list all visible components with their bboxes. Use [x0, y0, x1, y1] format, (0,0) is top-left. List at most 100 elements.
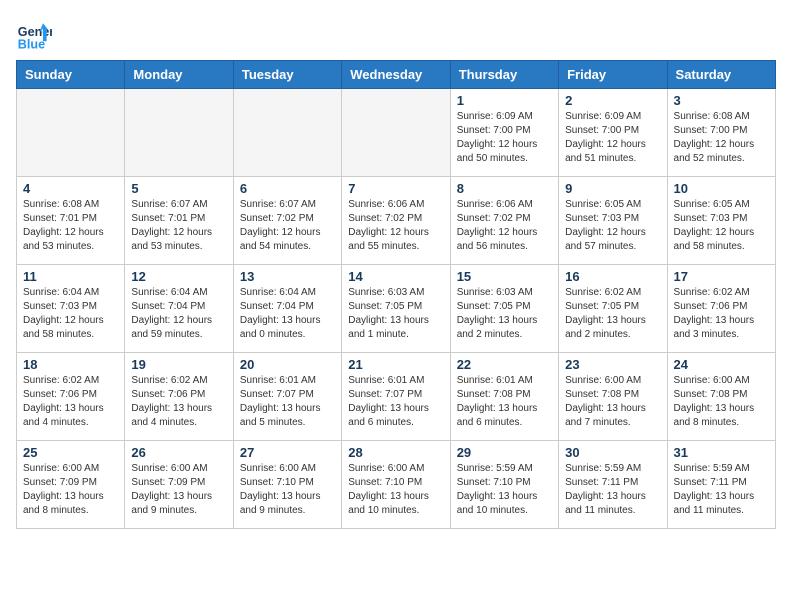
calendar-cell: [233, 89, 341, 177]
day-number: 7: [348, 181, 443, 196]
calendar-cell: 19Sunrise: 6:02 AM Sunset: 7:06 PM Dayli…: [125, 353, 233, 441]
page-header: General Blue: [16, 16, 776, 52]
calendar-cell: 5 Sunrise: 6:07 AM Sunset: 7:01 PM Daylig…: [125, 177, 233, 265]
day-number: 4: [23, 181, 118, 196]
weekday-header: Friday: [559, 61, 667, 89]
calendar-cell: 26 Sunrise: 6:00 AM Sunset: 7:09 PM Dayli…: [125, 441, 233, 529]
day-info: Sunrise: 5:59 AM Sunset: 7:11 PM Dayligh…: [674, 462, 769, 518]
day-number: 8: [457, 181, 552, 196]
calendar-cell: 18 Sunrise: 6:02 AM Sunset: 7:06 PM Dayli…: [17, 353, 125, 441]
day-info: Sunrise: 5:59 AM Sunset: 7:10 PM Dayligh…: [457, 462, 552, 518]
weekday-header: Sunday: [17, 61, 125, 89]
day-number: 19: [131, 357, 226, 372]
day-info: Sunrise: 6:05 AM Sunset: 7:03 PM Dayligh…: [565, 198, 660, 254]
day-info: Sunrise: 6:00 AM Sunset: 7:10 PM Dayligh…: [348, 462, 443, 518]
day-number: 1: [457, 93, 552, 108]
day-info: Sunrise: 6:05 AM Sunset: 7:03 PM Dayligh…: [674, 198, 769, 254]
day-number: 6: [240, 181, 335, 196]
calendar-cell: 10 Sunrise: 6:05 AM Sunset: 7:03 PM Dayli…: [667, 177, 775, 265]
calendar-cell: 3 Sunrise: 6:08 AM Sunset: 7:00 PM Daylig…: [667, 89, 775, 177]
weekday-header: Monday: [125, 61, 233, 89]
day-number: 11: [23, 269, 118, 284]
calendar-cell: 24 Sunrise: 6:00 AM Sunset: 7:08 PM Dayli…: [667, 353, 775, 441]
day-number: 28: [348, 445, 443, 460]
logo-icon: General Blue: [16, 16, 52, 52]
calendar: SundayMondayTuesdayWednesdayThursdayFrid…: [16, 60, 776, 529]
day-number: 12: [131, 269, 226, 284]
calendar-cell: 20Sunrise: 6:01 AM Sunset: 7:07 PM Dayli…: [233, 353, 341, 441]
calendar-cell: [342, 89, 450, 177]
day-info: Sunrise: 6:04 AM Sunset: 7:03 PM Dayligh…: [23, 286, 118, 342]
calendar-cell: 16 Sunrise: 6:02 AM Sunset: 7:05 PM Dayli…: [559, 265, 667, 353]
day-number: 3: [674, 93, 769, 108]
day-info: Sunrise: 5:59 AM Sunset: 7:11 PM Dayligh…: [565, 462, 660, 518]
day-info: Sunrise: 6:01 AM Sunset: 7:07 PM Dayligh…: [240, 374, 335, 430]
calendar-cell: 6 Sunrise: 6:07 AM Sunset: 7:02 PM Daylig…: [233, 177, 341, 265]
day-number: 25: [23, 445, 118, 460]
day-number: 13: [240, 269, 335, 284]
day-info: Sunrise: 6:00 AM Sunset: 7:08 PM Dayligh…: [674, 374, 769, 430]
calendar-cell: 17Sunrise: 6:02 AM Sunset: 7:06 PM Dayli…: [667, 265, 775, 353]
calendar-cell: [125, 89, 233, 177]
day-info: Sunrise: 6:09 AM Sunset: 7:00 PM Dayligh…: [457, 110, 552, 166]
calendar-cell: 22 Sunrise: 6:01 AM Sunset: 7:08 PM Dayli…: [450, 353, 558, 441]
day-number: 23: [565, 357, 660, 372]
day-number: 27: [240, 445, 335, 460]
calendar-cell: 15 Sunrise: 6:03 AM Sunset: 7:05 PM Dayli…: [450, 265, 558, 353]
calendar-cell: 11 Sunrise: 6:04 AM Sunset: 7:03 PM Dayli…: [17, 265, 125, 353]
day-info: Sunrise: 6:02 AM Sunset: 7:05 PM Dayligh…: [565, 286, 660, 342]
day-number: 10: [674, 181, 769, 196]
day-number: 5: [131, 181, 226, 196]
day-number: 18: [23, 357, 118, 372]
calendar-cell: [17, 89, 125, 177]
day-info: Sunrise: 6:06 AM Sunset: 7:02 PM Dayligh…: [457, 198, 552, 254]
day-number: 9: [565, 181, 660, 196]
day-number: 24: [674, 357, 769, 372]
day-number: 14: [348, 269, 443, 284]
calendar-cell: 12 Sunrise: 6:04 AM Sunset: 7:04 PM Dayli…: [125, 265, 233, 353]
day-info: Sunrise: 6:00 AM Sunset: 7:09 PM Dayligh…: [131, 462, 226, 518]
weekday-header: Thursday: [450, 61, 558, 89]
weekday-header: Tuesday: [233, 61, 341, 89]
day-info: Sunrise: 6:07 AM Sunset: 7:02 PM Dayligh…: [240, 198, 335, 254]
calendar-week-row: 1 Sunrise: 6:09 AM Sunset: 7:00 PM Daylig…: [17, 89, 776, 177]
day-number: 26: [131, 445, 226, 460]
weekday-header-row: SundayMondayTuesdayWednesdayThursdayFrid…: [17, 61, 776, 89]
day-info: Sunrise: 6:03 AM Sunset: 7:05 PM Dayligh…: [348, 286, 443, 342]
day-number: 21: [348, 357, 443, 372]
day-number: 29: [457, 445, 552, 460]
calendar-cell: 23 Sunrise: 6:00 AM Sunset: 7:08 PM Dayli…: [559, 353, 667, 441]
calendar-cell: 13 Sunrise: 6:04 AM Sunset: 7:04 PM Dayli…: [233, 265, 341, 353]
logo: General Blue: [16, 16, 52, 52]
day-info: Sunrise: 6:00 AM Sunset: 7:08 PM Dayligh…: [565, 374, 660, 430]
day-info: Sunrise: 6:04 AM Sunset: 7:04 PM Dayligh…: [131, 286, 226, 342]
calendar-cell: 29 Sunrise: 5:59 AM Sunset: 7:10 PM Dayli…: [450, 441, 558, 529]
calendar-week-row: 18 Sunrise: 6:02 AM Sunset: 7:06 PM Dayli…: [17, 353, 776, 441]
calendar-week-row: 11 Sunrise: 6:04 AM Sunset: 7:03 PM Dayli…: [17, 265, 776, 353]
day-info: Sunrise: 6:02 AM Sunset: 7:06 PM Dayligh…: [23, 374, 118, 430]
calendar-cell: 4Sunrise: 6:08 AM Sunset: 7:01 PM Daylig…: [17, 177, 125, 265]
calendar-cell: 1 Sunrise: 6:09 AM Sunset: 7:00 PM Daylig…: [450, 89, 558, 177]
calendar-cell: 28 Sunrise: 6:00 AM Sunset: 7:10 PM Dayli…: [342, 441, 450, 529]
calendar-cell: 21 Sunrise: 6:01 AM Sunset: 7:07 PM Dayli…: [342, 353, 450, 441]
day-number: 30: [565, 445, 660, 460]
weekday-header: Saturday: [667, 61, 775, 89]
day-info: Sunrise: 6:06 AM Sunset: 7:02 PM Dayligh…: [348, 198, 443, 254]
calendar-cell: 9 Sunrise: 6:05 AM Sunset: 7:03 PM Daylig…: [559, 177, 667, 265]
calendar-week-row: 4Sunrise: 6:08 AM Sunset: 7:01 PM Daylig…: [17, 177, 776, 265]
svg-text:Blue: Blue: [18, 37, 45, 51]
day-number: 16: [565, 269, 660, 284]
day-info: Sunrise: 6:04 AM Sunset: 7:04 PM Dayligh…: [240, 286, 335, 342]
day-info: Sunrise: 6:01 AM Sunset: 7:08 PM Dayligh…: [457, 374, 552, 430]
day-info: Sunrise: 6:07 AM Sunset: 7:01 PM Dayligh…: [131, 198, 226, 254]
day-info: Sunrise: 6:08 AM Sunset: 7:00 PM Dayligh…: [674, 110, 769, 166]
day-number: 15: [457, 269, 552, 284]
calendar-cell: 30 Sunrise: 5:59 AM Sunset: 7:11 PM Dayli…: [559, 441, 667, 529]
calendar-cell: 25Sunrise: 6:00 AM Sunset: 7:09 PM Dayli…: [17, 441, 125, 529]
calendar-cell: 7 Sunrise: 6:06 AM Sunset: 7:02 PM Daylig…: [342, 177, 450, 265]
day-info: Sunrise: 6:01 AM Sunset: 7:07 PM Dayligh…: [348, 374, 443, 430]
day-number: 22: [457, 357, 552, 372]
day-info: Sunrise: 6:03 AM Sunset: 7:05 PM Dayligh…: [457, 286, 552, 342]
weekday-header: Wednesday: [342, 61, 450, 89]
calendar-week-row: 25 Sunrise: 6:00 AM Sunset: 7:09 PM Dayli…: [17, 441, 776, 529]
